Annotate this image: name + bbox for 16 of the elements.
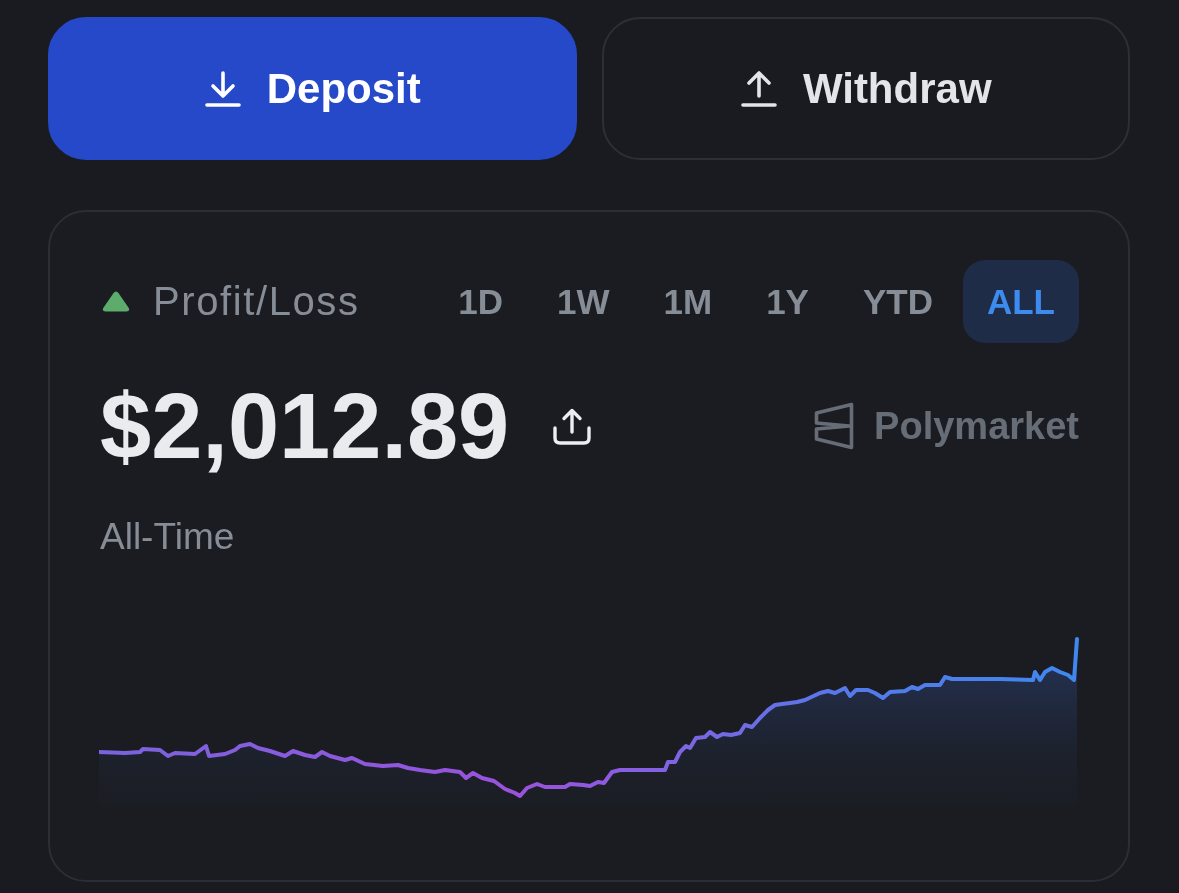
- withdraw-button[interactable]: Withdraw: [601, 17, 1130, 160]
- range-tab[interactable]: YTD: [838, 260, 957, 343]
- share-icon[interactable]: [552, 407, 593, 445]
- range-tab[interactable]: 1Y: [742, 260, 833, 343]
- logo-icon: [814, 402, 855, 450]
- download-icon: [203, 69, 242, 108]
- brand-name: Polymarket: [874, 404, 1079, 448]
- profit-loss-label: Profit/Loss: [153, 279, 360, 324]
- range-tab[interactable]: 1W: [533, 260, 634, 343]
- range-tab[interactable]: 1M: [639, 260, 737, 343]
- period-label: All-Time: [100, 515, 235, 559]
- range-tab[interactable]: ALL: [962, 260, 1079, 343]
- upload-icon: [739, 69, 778, 108]
- range-tab[interactable]: 1D: [434, 260, 527, 343]
- deposit-button[interactable]: Deposit: [48, 17, 577, 160]
- balance-amount: $2,012.89: [100, 380, 510, 472]
